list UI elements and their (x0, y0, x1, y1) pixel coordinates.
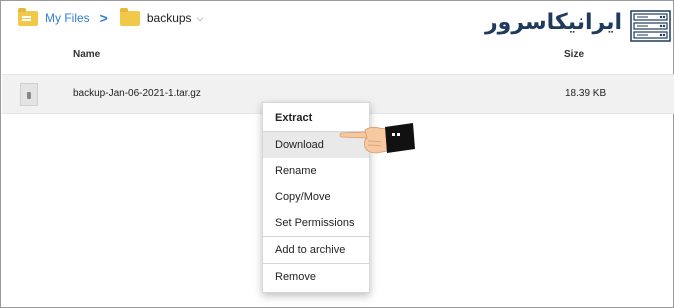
menu-item-set-permissions[interactable]: Set Permissions (263, 210, 369, 236)
file-name: backup-Jan-06-2021-1.tar.gz (73, 88, 201, 99)
menu-item-add-to-archive[interactable]: Add to archive (263, 237, 369, 263)
menu-item-remove[interactable]: Remove (263, 264, 369, 290)
server-rack-icon (630, 10, 671, 42)
breadcrumb-root-link[interactable]: My Files (45, 11, 90, 25)
menu-item-rename[interactable]: Rename (263, 158, 369, 184)
menu-item-copy-move[interactable]: Copy/Move (263, 184, 369, 210)
file-size: 18.39 KB (565, 88, 607, 99)
column-header-size[interactable]: Size (564, 49, 584, 60)
file-manager-window: My Files > backups ⌵ Name Size backup-Ja… (0, 0, 674, 308)
my-files-folder-icon[interactable] (18, 7, 38, 26)
breadcrumb-current[interactable]: backups (147, 11, 192, 25)
archive-file-icon (20, 83, 38, 106)
chevron-down-icon[interactable]: ⌵ (197, 13, 204, 24)
pointing-hand-icon (339, 123, 415, 154)
breadcrumb-separator-icon: > (99, 10, 108, 26)
brand-logo: ایرانیکاسرور (485, 5, 674, 45)
breadcrumb: My Files > backups ⌵ (18, 7, 203, 29)
backups-folder-icon (119, 7, 140, 26)
logo-text: ایرانیکاسرور (485, 10, 622, 35)
column-header-name[interactable]: Name (73, 49, 100, 60)
